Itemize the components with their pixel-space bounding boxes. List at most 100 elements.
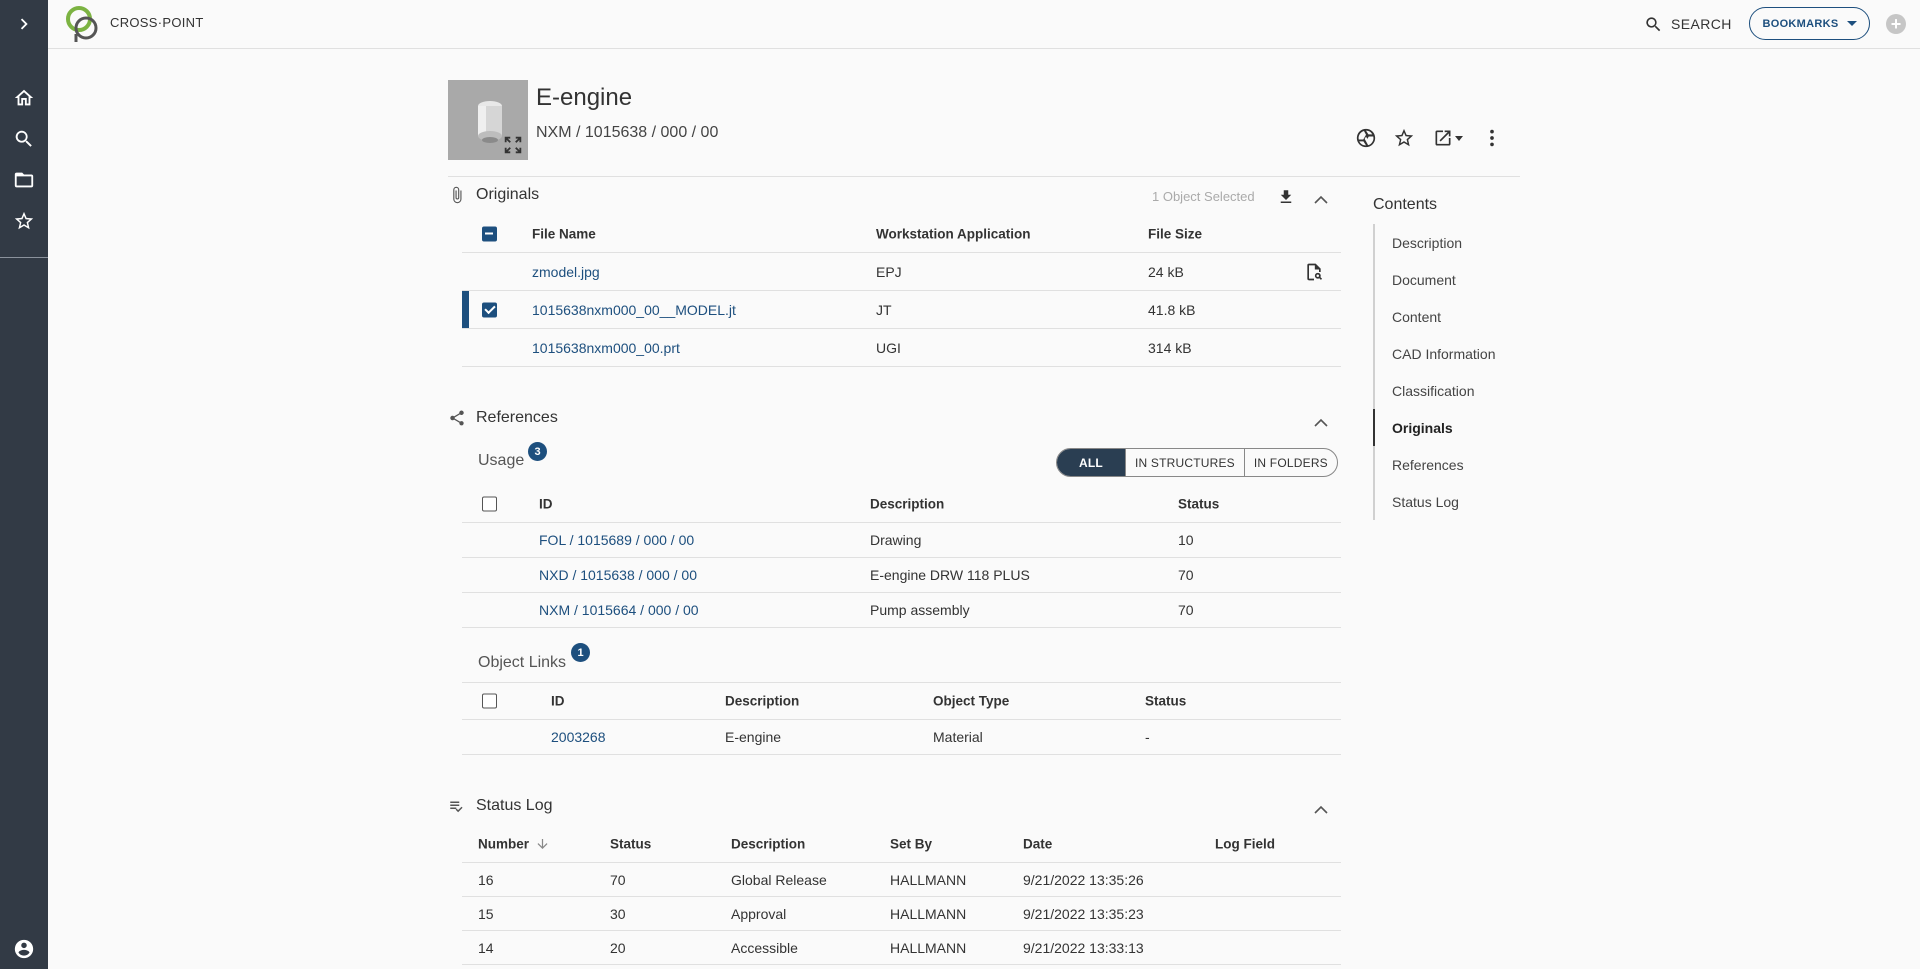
filter-in-structures-button[interactable]: IN STRUCTURES — [1124, 449, 1244, 476]
log-description: Global Release — [731, 871, 827, 888]
reference-status: 70 — [1178, 567, 1194, 583]
selection-count: 1 Object Selected — [1152, 189, 1255, 204]
workstation-app: JT — [876, 301, 892, 318]
chevron-up-icon — [1314, 805, 1328, 814]
account-button[interactable] — [0, 929, 48, 969]
favorites-button[interactable] — [0, 201, 48, 241]
column-header[interactable]: Log Field — [1215, 837, 1275, 852]
file-preview-icon[interactable] — [1304, 262, 1324, 282]
more-button[interactable] — [1480, 126, 1504, 150]
table-row[interactable]: 1015638nxm000_00.prt UGI 314 kB — [462, 329, 1341, 367]
column-header[interactable]: Description — [870, 496, 944, 511]
object-link-type: Material — [933, 729, 983, 745]
open-external-button[interactable] — [1430, 126, 1466, 150]
favorite-button[interactable] — [1392, 126, 1416, 150]
originals-section-header: Originals — [448, 186, 539, 204]
contents-item-references[interactable]: References — [1375, 446, 1523, 483]
download-icon[interactable] — [1277, 188, 1295, 206]
contents-title: Contents — [1373, 196, 1438, 213]
table-row[interactable]: 16 70 Global Release HALLMANN 9/21/2022 … — [462, 863, 1341, 897]
table-row[interactable]: FOL / 1015689 / 000 / 00 Drawing 10 — [462, 523, 1341, 558]
workstation-app: UGI — [876, 339, 901, 356]
column-header[interactable]: Set By — [890, 837, 932, 852]
column-header[interactable]: ID — [539, 496, 553, 511]
log-number: 16 — [478, 871, 494, 888]
status-log-collapse-button[interactable] — [1314, 802, 1328, 814]
table-row[interactable]: 2003268 E-engine Material - — [462, 720, 1341, 755]
references-collapse-button[interactable] — [1314, 415, 1328, 427]
log-date: 9/21/2022 13:35:26 — [1023, 871, 1144, 888]
chevron-up-icon — [1314, 195, 1328, 204]
table-row[interactable]: 15 30 Approval HALLMANN 9/21/2022 13:35:… — [462, 897, 1341, 931]
status-log-title: Status Log — [476, 797, 553, 814]
contents-item-status-log[interactable]: Status Log — [1375, 483, 1523, 520]
bookmarks-label: BOOKMARKS — [1762, 17, 1839, 30]
column-header[interactable]: Status — [610, 837, 651, 852]
column-header[interactable]: Object Type — [933, 694, 1009, 709]
references-section-header: References — [448, 409, 558, 427]
header-actions — [1354, 126, 1504, 150]
contents-item-content[interactable]: Content — [1375, 298, 1523, 335]
contents-item-description[interactable]: Description — [1375, 224, 1523, 261]
log-description: Accessible — [731, 939, 798, 956]
table-row[interactable]: NXD / 1015638 / 000 / 00 E-engine DRW 11… — [462, 558, 1341, 593]
home-button[interactable] — [0, 78, 48, 118]
selection-indicator — [462, 291, 469, 328]
contents-item-document[interactable]: Document — [1375, 261, 1523, 298]
folders-button[interactable] — [0, 160, 48, 200]
bookmarks-button[interactable]: BOOKMARKS — [1749, 7, 1870, 40]
filter-all-button[interactable]: ALL — [1057, 449, 1125, 476]
file-name-link[interactable]: 1015638nxm000_00__MODEL.jt — [532, 302, 736, 318]
column-header[interactable]: File Size — [1148, 226, 1202, 241]
log-number: 15 — [478, 905, 494, 922]
search-button[interactable]: SEARCH — [1644, 12, 1732, 36]
column-header[interactable]: ID — [551, 694, 565, 709]
rail-divider — [0, 257, 48, 258]
table-row-selected[interactable]: 1015638nxm000_00__MODEL.jt JT 41.8 kB — [462, 291, 1341, 329]
row-checkbox[interactable] — [482, 302, 497, 317]
table-row[interactable]: zmodel.jpg EPJ 24 kB — [462, 253, 1341, 291]
originals-collapse-button[interactable] — [1314, 192, 1328, 204]
search-nav-button[interactable] — [0, 119, 48, 159]
object-thumbnail[interactable] — [448, 80, 528, 160]
contents-item-cad-information[interactable]: CAD Information — [1375, 335, 1523, 372]
column-header[interactable]: Status — [1178, 496, 1219, 511]
fullscreen-expand-icon[interactable] — [502, 134, 524, 156]
column-header[interactable]: Description — [725, 694, 799, 709]
table-row[interactable]: 14 20 Accessible HALLMANN 9/21/2022 13:3… — [462, 931, 1341, 965]
select-all-checkbox[interactable] — [482, 693, 497, 709]
table-row[interactable]: NXM / 1015664 / 000 / 00 Pump assembly 7… — [462, 593, 1341, 628]
cross-point-logo-icon[interactable] — [64, 4, 102, 44]
contents-item-classification[interactable]: Classification — [1375, 372, 1523, 409]
expand-rail-button[interactable] — [0, 4, 48, 44]
file-size: 41.8 kB — [1148, 301, 1196, 318]
reference-description: Drawing — [870, 532, 922, 548]
log-status: 70 — [610, 871, 626, 888]
select-all-checkbox[interactable] — [482, 496, 497, 511]
column-header[interactable]: Workstation Application — [876, 226, 1031, 241]
file-name-link[interactable]: 1015638nxm000_00.prt — [532, 340, 680, 356]
add-button[interactable]: + — [1886, 14, 1906, 34]
3d-viewer-button[interactable] — [1354, 126, 1378, 150]
left-rail — [0, 0, 48, 969]
reference-id-link[interactable]: FOL / 1015689 / 000 / 00 — [539, 532, 694, 548]
select-all-checkbox[interactable] — [482, 226, 497, 241]
column-header-number[interactable]: Number — [478, 837, 550, 852]
filter-in-folders-button[interactable]: IN FOLDERS — [1243, 449, 1337, 476]
star-icon — [1394, 128, 1414, 147]
reference-id-link[interactable]: NXD / 1015638 / 000 / 00 — [539, 567, 697, 583]
column-header[interactable]: Status — [1145, 694, 1186, 709]
reference-description: E-engine DRW 118 PLUS — [870, 567, 1030, 583]
object-links-label: Object Links — [478, 654, 567, 671]
file-name-link[interactable]: zmodel.jpg — [532, 264, 600, 280]
column-header[interactable]: Date — [1023, 837, 1052, 852]
3d-viewer-icon — [1356, 128, 1376, 148]
more-vertical-icon — [1490, 129, 1494, 147]
log-description: Approval — [731, 905, 787, 922]
chevron-down-icon — [1455, 135, 1463, 141]
column-header[interactable]: Description — [731, 837, 805, 852]
object-link-id-link[interactable]: 2003268 — [551, 729, 606, 745]
reference-id-link[interactable]: NXM / 1015664 / 000 / 00 — [539, 602, 699, 618]
column-header[interactable]: File Name — [532, 226, 596, 241]
contents-item-originals[interactable]: Originals — [1373, 409, 1523, 446]
